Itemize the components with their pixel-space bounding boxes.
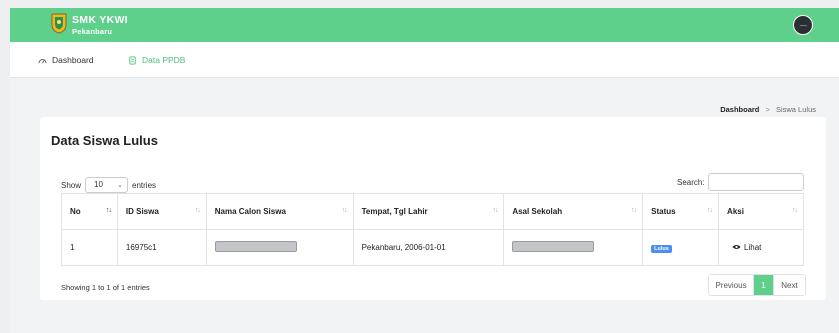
sort-icon: ↑↓ (341, 207, 348, 214)
sort-icon: ↑↓ (792, 207, 798, 214)
document-icon (129, 55, 136, 65)
view-button[interactable]: Lihat (732, 243, 761, 252)
length-prefix: Show (61, 180, 82, 190)
pagination: Previous 1 Next (708, 274, 806, 296)
cell-name (205, 229, 354, 266)
column-header-status[interactable]: Status ↑↓ (642, 193, 720, 230)
nav-item-data-ppdb[interactable]: Data PPDB (128, 55, 185, 65)
user-avatar[interactable] (793, 15, 813, 35)
table-info: Showing 1 to 1 of 1 entries (61, 283, 150, 292)
breadcrumb-separator: > (765, 105, 770, 114)
length-menu: Show 10 ⌄ entries (61, 177, 156, 193)
breadcrumb: Dashboard > Siswa Lulus (720, 105, 816, 114)
redacted-name (214, 241, 297, 252)
view-button-label: Lihat (744, 242, 762, 252)
cell-birth: Pekanbaru, 2006-01-01 (352, 229, 505, 266)
table-row: 1 16975c1 Pekanbaru, 2006-01-01 Lulus Li… (61, 229, 804, 266)
eye-icon (732, 245, 741, 250)
school-logo-icon (51, 13, 67, 34)
graduates-card: Data Siswa Lulus Show 10 ⌄ entries Searc… (40, 117, 826, 300)
breadcrumb-current: Siswa Lulus (775, 105, 816, 114)
column-header-no[interactable]: No ↑↓ (61, 193, 118, 230)
cell-action: Lihat (718, 229, 804, 266)
search-label: Search: (677, 178, 705, 187)
status-badge: Lulus (651, 244, 672, 253)
previous-button[interactable]: Previous (709, 275, 754, 295)
cell-no: 1 (61, 229, 118, 266)
top-bar: SMK YKWI Pekanbaru (10, 8, 839, 42)
nav-item-label: Dashboard (52, 55, 94, 65)
column-header-id[interactable]: ID Siswa ↑↓ (116, 193, 207, 230)
brand-title: SMK YKWI (72, 14, 128, 26)
nav-item-label: Data PPDB (142, 55, 186, 65)
brand-subtitle: Pekanbaru (72, 27, 113, 36)
length-suffix: entries (132, 180, 157, 190)
search-input[interactable] (708, 173, 804, 191)
sort-icon: ↑↓ (105, 207, 112, 214)
gauge-icon (38, 58, 47, 63)
cell-id: 16975c1 (116, 229, 207, 266)
entries-select[interactable]: 10 ⌄ (85, 177, 129, 193)
column-header-school[interactable]: Asal Sekolah ↑↓ (503, 193, 644, 230)
sort-icon: ↑↓ (631, 207, 637, 214)
cell-status: Lulus (642, 229, 720, 266)
entries-select-value: 10 (94, 180, 103, 189)
app-frame: SMK YKWI Pekanbaru Dashboard Data PPDB D… (10, 8, 839, 333)
table-header-row: No ↑↓ ID Siswa ↑↓ Nama Calon Siswa ↑↓ Te… (61, 193, 804, 230)
sort-icon: ↑↓ (492, 207, 498, 214)
page-title: Data Siswa Lulus (51, 133, 158, 148)
chevron-down-icon: ⌄ (117, 182, 124, 189)
nav-item-dashboard[interactable]: Dashboard (38, 55, 94, 65)
column-header-action[interactable]: Aksi ↑↓ (718, 193, 804, 230)
nav-bar: Dashboard Data PPDB (10, 42, 839, 78)
column-header-name[interactable]: Nama Calon Siswa ↑↓ (205, 193, 354, 230)
cell-school (503, 229, 644, 266)
graduates-table: No ↑↓ ID Siswa ↑↓ Nama Calon Siswa ↑↓ Te… (61, 193, 804, 266)
redacted-school (512, 241, 595, 252)
sort-icon: ↑↓ (194, 207, 201, 214)
sort-icon: ↑↓ (707, 207, 713, 214)
column-header-birth[interactable]: Tempat, Tgl Lahir ↑↓ (352, 193, 505, 230)
breadcrumb-home[interactable]: Dashboard (720, 105, 759, 114)
page-1-button[interactable]: 1 (754, 275, 773, 295)
next-button[interactable]: Next (773, 275, 805, 295)
